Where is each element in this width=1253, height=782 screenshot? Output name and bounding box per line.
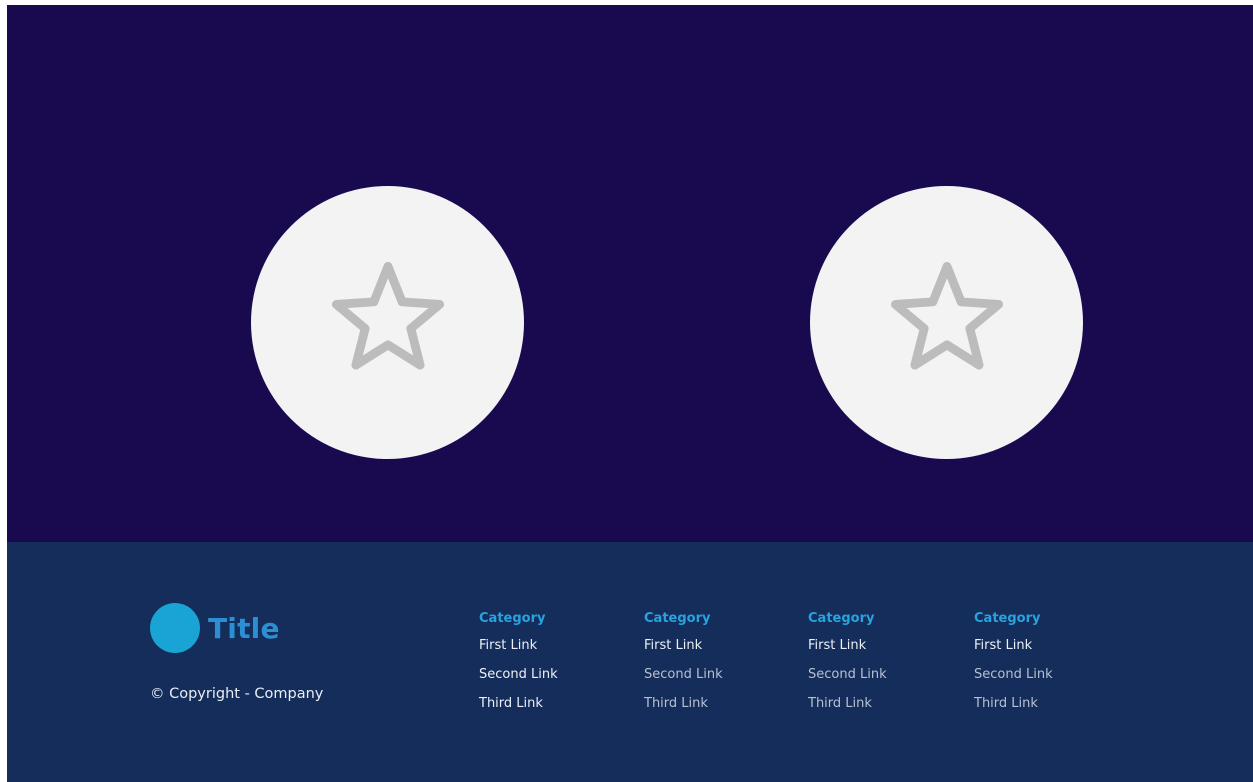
page: Title © Copyright - Company Category Fir…	[7, 5, 1253, 782]
footer-link-second[interactable]: Second Link	[644, 660, 723, 689]
hero-section	[7, 5, 1253, 542]
footer-column-title: Category	[974, 611, 1041, 626]
footer-link-first[interactable]: First Link	[974, 631, 1053, 660]
footer-link-third[interactable]: Third Link	[808, 689, 887, 718]
footer-link-second[interactable]: Second Link	[808, 660, 887, 689]
footer-link-second[interactable]: Second Link	[479, 660, 558, 689]
brand-title: Title	[208, 611, 280, 645]
footer-link-third[interactable]: Third Link	[479, 689, 558, 718]
footer-link-second[interactable]: Second Link	[974, 660, 1053, 689]
footer-link-third[interactable]: Third Link	[644, 689, 723, 718]
footer-column-title: Category	[644, 611, 711, 626]
footer-column-1: Category First Link Second Link Third Li…	[479, 610, 558, 718]
footer: Title © Copyright - Company Category Fir…	[7, 542, 1253, 782]
footer-column-2: Category First Link Second Link Third Li…	[644, 610, 723, 718]
footer-brand[interactable]: Title	[150, 603, 280, 653]
footer-column-3: Category First Link Second Link Third Li…	[808, 610, 887, 718]
feature-card-2[interactable]	[810, 186, 1083, 459]
logo-icon	[150, 603, 200, 653]
footer-link-first[interactable]: First Link	[644, 631, 723, 660]
footer-column-title: Category	[808, 611, 875, 626]
feature-card-1[interactable]	[251, 186, 524, 459]
footer-column-4: Category First Link Second Link Third Li…	[974, 610, 1053, 718]
star-icon	[331, 261, 444, 370]
star-icon	[890, 261, 1003, 370]
footer-column-title: Category	[479, 611, 546, 626]
footer-link-third[interactable]: Third Link	[974, 689, 1053, 718]
footer-link-first[interactable]: First Link	[479, 631, 558, 660]
copyright-text: © Copyright - Company	[150, 686, 324, 702]
footer-link-first[interactable]: First Link	[808, 631, 887, 660]
